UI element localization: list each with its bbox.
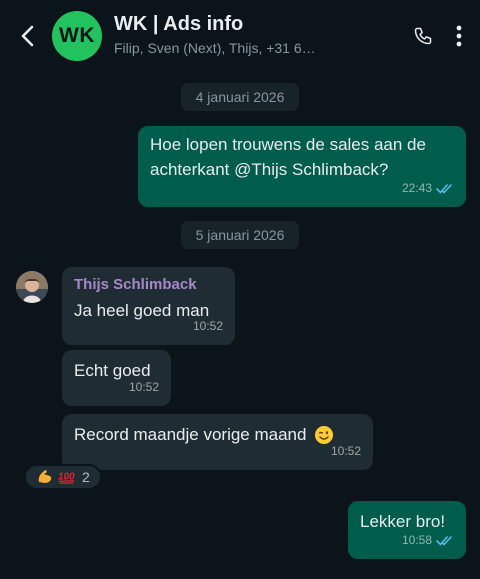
date-separator: 4 januari 2026 [181,83,299,111]
profile-photo-icon [16,271,48,303]
message-bubble-outgoing[interactable]: Lekker bro! 10:58 [348,501,466,559]
hundred-points-icon: 100 [58,468,76,486]
message-meta: 10:52 [331,439,361,464]
double-check-icon [436,536,452,546]
chevron-left-icon [21,25,34,47]
message-meta: 10:58 [402,528,454,553]
back-button[interactable] [14,22,42,50]
kebab-menu-icon [456,25,462,47]
message-meta: 10:52 [129,375,159,400]
phone-icon [414,27,432,45]
flexed-biceps-icon [36,468,54,486]
message-bubble-incoming[interactable]: Thijs Schlimback Ja heel goed man 10:52 [62,267,235,345]
message-text: Record maandje vorige maand [74,425,307,444]
chat-header: WK WK | Ads info Filip, Sven (Next), Thi… [0,0,480,72]
message-time: 22:43 [401,181,432,195]
contact-avatar[interactable] [16,271,48,303]
message-text-line: Hoe lopen trouwens de sales aan de [150,135,426,154]
group-avatar[interactable]: WK [52,11,102,61]
menu-button[interactable] [448,22,470,50]
message-time: 10:52 [192,319,223,333]
double-check-icon [436,184,452,194]
message-bubble-incoming[interactable]: Record maandje vorige maand 10:52 [62,414,373,470]
reaction-pill[interactable]: 100 2 [24,464,102,490]
message-meta: 22:43 [402,176,454,201]
chat-participants: Filip, Sven (Next), Thijs, +31 6… [114,40,316,56]
message-time: 10:52 [128,380,159,394]
group-avatar-initials: WK [59,24,95,47]
date-separator: 5 januari 2026 [181,221,299,249]
call-button[interactable] [408,22,438,50]
sender-name[interactable]: Thijs Schlimback [74,275,223,295]
message-time: 10:52 [330,444,361,458]
message-time: 10:58 [401,533,432,547]
date-label: 5 januari 2026 [195,227,285,243]
message-bubble-incoming[interactable]: Echt goed 10:52 [62,350,171,406]
chat-title: WK | Ads info [114,13,244,35]
reaction-count: 2 [82,469,90,485]
date-label: 4 januari 2026 [195,89,285,105]
chat-title-block[interactable]: WK | Ads info Filip, Sven (Next), Thijs,… [114,13,354,56]
message-meta: 10:52 [193,314,223,339]
message-bubble-outgoing[interactable]: Hoe lopen trouwens de sales aan de achte… [138,126,466,207]
